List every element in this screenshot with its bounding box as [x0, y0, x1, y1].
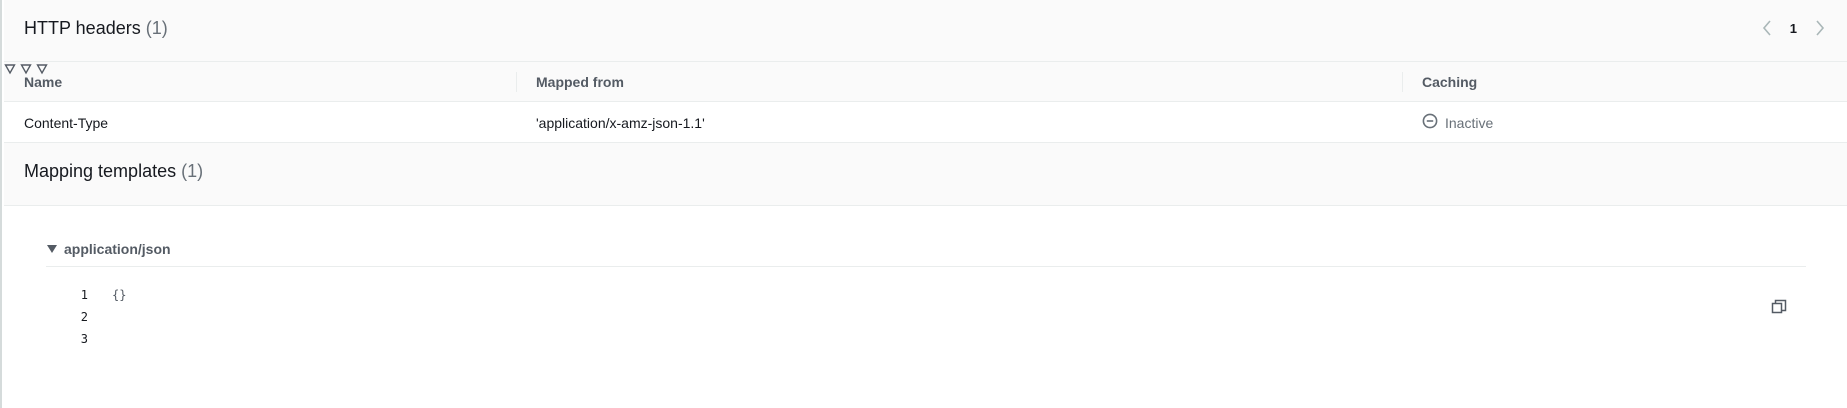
cell-name: Content-Type — [24, 114, 109, 131]
cell-caching: Inactive — [1422, 102, 1493, 143]
expander-label: application/json — [64, 241, 171, 257]
template-expander[interactable]: application/json — [46, 241, 171, 257]
table-header-row: Name Mapped from Caching — [4, 62, 1847, 102]
table-row: Content-Type 'application/x-amz-json-1.1… — [4, 102, 1847, 143]
http-headers-count: (1) — [145, 18, 168, 38]
column-header-caching[interactable]: Caching — [1422, 62, 1477, 102]
mapping-templates-title-text: Mapping templates — [24, 161, 177, 181]
caret-down-icon — [46, 241, 58, 257]
sort-down-icon[interactable] — [4, 62, 20, 78]
line-number: 2 — [80, 310, 88, 324]
pagination: 1 — [1758, 18, 1829, 38]
minus-circle-icon — [1422, 113, 1441, 132]
code-line: 1 {} — [62, 288, 127, 310]
code-line: 2 — [62, 310, 126, 332]
column-header-mapped-from[interactable]: Mapped from — [536, 62, 624, 102]
current-page[interactable]: 1 — [1790, 21, 1797, 36]
code-line: 3 — [62, 332, 126, 354]
column-header-label: Name — [24, 74, 63, 90]
code-editor: 1 {} 2 3 — [62, 288, 127, 354]
http-headers-header: HTTP headers (1) 1 — [4, 0, 1847, 62]
caching-status-label: Inactive — [1445, 114, 1494, 131]
mapping-templates-header: Mapping templates (1) — [4, 143, 1847, 206]
column-header-label: Caching — [1422, 74, 1478, 90]
chevron-left-icon[interactable] — [1758, 18, 1776, 38]
http-headers-title: HTTP headers (1) — [24, 18, 168, 39]
code-text: {} — [112, 288, 127, 302]
column-divider[interactable] — [1402, 72, 1403, 92]
cell-mapped-from: 'application/x-amz-json-1.1' — [536, 114, 705, 131]
http-headers-title-text: HTTP headers — [24, 18, 141, 38]
content-frame: HTTP headers (1) 1 Name Mapped from Cach… — [0, 0, 1847, 408]
copy-icon[interactable] — [1770, 298, 1788, 316]
column-divider[interactable] — [516, 72, 517, 92]
expander-divider — [46, 266, 1806, 267]
chevron-right-icon[interactable] — [1811, 18, 1829, 38]
line-number: 1 — [80, 288, 88, 302]
mapping-templates-title: Mapping templates (1) — [24, 161, 203, 182]
mapping-templates-count: (1) — [181, 161, 204, 181]
column-header-label: Mapped from — [536, 74, 624, 90]
line-number: 3 — [80, 332, 88, 346]
column-header-name[interactable]: Name — [24, 62, 62, 102]
